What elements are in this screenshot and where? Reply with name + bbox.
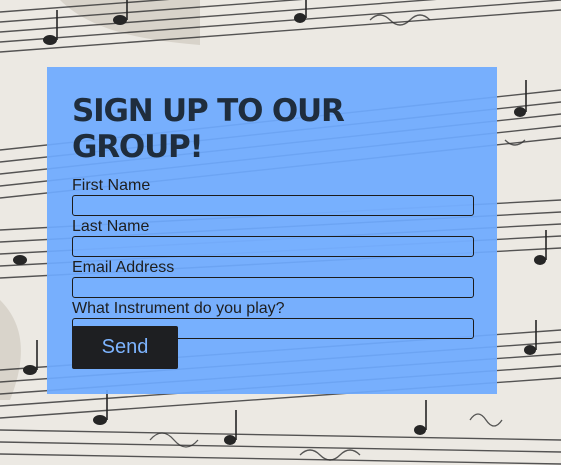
send-button[interactable]: Send (72, 326, 178, 369)
email-address-input[interactable] (72, 277, 474, 298)
email-field-group: Email Address (72, 259, 474, 298)
email-address-label: Email Address (72, 259, 175, 276)
instrument-label: What Instrument do you play? (72, 300, 285, 317)
first-name-label: First Name (72, 177, 151, 194)
first-name-field-group: First Name (72, 177, 474, 216)
last-name-field-group: Last Name (72, 218, 474, 257)
signup-form-panel: SIGN UP TO OUR GROUP! First Name Last Na… (47, 67, 497, 394)
last-name-input[interactable] (72, 236, 474, 257)
form-title: SIGN UP TO OUR GROUP! (72, 93, 345, 165)
last-name-label: Last Name (72, 218, 150, 235)
first-name-input[interactable] (72, 195, 474, 216)
